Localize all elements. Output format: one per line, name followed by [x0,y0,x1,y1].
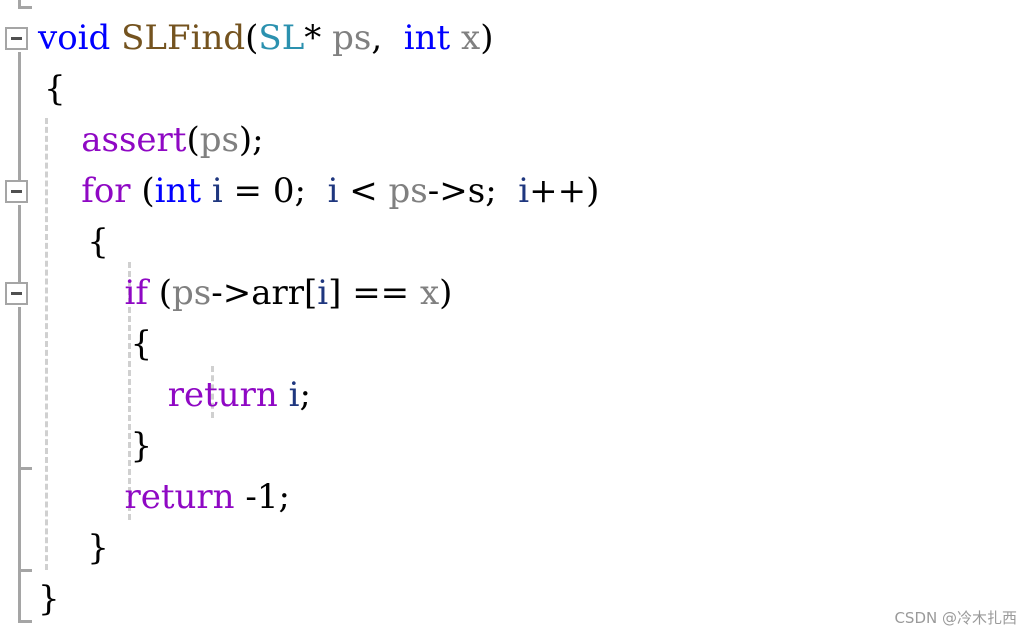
code-token: ->s; [427,171,519,211]
code-token: ++) [529,171,600,211]
code-line[interactable]: } [38,574,60,625]
code-token: ps [172,273,212,313]
fold-line-function [18,52,21,180]
code-line[interactable]: void SLFind(SL* ps, int x) [38,13,493,64]
collapse-if-icon[interactable] [5,282,28,305]
code-token: ) [439,273,453,313]
code-editor[interactable]: void SLFind(SL* ps, int x){ assert(ps); … [0,0,1033,636]
fold-end-function [18,620,32,623]
code-token: x [461,18,481,58]
code-token: ps [332,18,372,58]
code-token: ps [199,120,239,160]
code-token: ; [299,375,311,415]
code-token: i [518,171,530,211]
code-token: ); [238,120,264,160]
code-token: ] == [328,273,420,313]
code-token: int [403,18,451,58]
code-token: , [371,18,404,58]
code-line[interactable]: if (ps->arr[i] == x) [38,268,452,319]
code-token: ( [245,18,259,58]
code-line[interactable]: return i; [38,370,311,421]
code-token: for [38,171,131,211]
code-token: return [38,477,235,517]
code-token: = 0; [222,171,328,211]
code-line[interactable]: for (int i = 0; i < ps->s; i++) [38,166,599,217]
code-token: SLFind [121,18,246,58]
code-token: ->arr[ [211,273,318,313]
code-token: { [44,222,109,262]
code-token: { [44,324,153,364]
code-token: i [288,375,300,415]
code-token: ) [480,18,494,58]
code-token: ( [130,171,155,211]
fold-line-for [18,205,21,282]
code-token: i [211,171,223,211]
code-token: < [338,171,389,211]
fold-end-if [18,467,32,470]
code-line[interactable]: { [44,64,66,115]
code-token: ps [388,171,428,211]
code-token: } [38,579,60,619]
code-token: return [38,375,278,415]
code-token: ( [147,273,172,313]
collapse-function-icon[interactable] [5,27,28,50]
watermark: CSDN @冷木扎西 [894,609,1017,627]
code-token: ( [186,120,200,160]
code-token: void [38,18,111,58]
code-line[interactable]: } [44,421,152,472]
code-line[interactable]: { [44,319,152,370]
code-token: if [38,273,148,313]
code-token: i [317,273,329,313]
code-token: } [44,528,109,568]
code-token: int [154,171,202,211]
code-line[interactable]: { [44,217,109,268]
code-token: SL [258,18,305,58]
fold-line-if [18,307,21,623]
code-line[interactable]: return -1; [38,472,290,523]
code-token: -1; [234,477,290,517]
code-token: x [419,273,440,313]
code-token: { [44,69,66,109]
code-token: } [44,426,153,466]
fold-end-for [18,569,32,572]
collapse-for-icon[interactable] [5,180,28,203]
code-token: i [327,171,339,211]
code-token: * [304,18,333,58]
code-token: assert [38,120,187,160]
code-line[interactable]: assert(ps); [38,115,264,166]
code-line[interactable]: } [44,523,109,574]
fold-end-previous [18,6,32,9]
